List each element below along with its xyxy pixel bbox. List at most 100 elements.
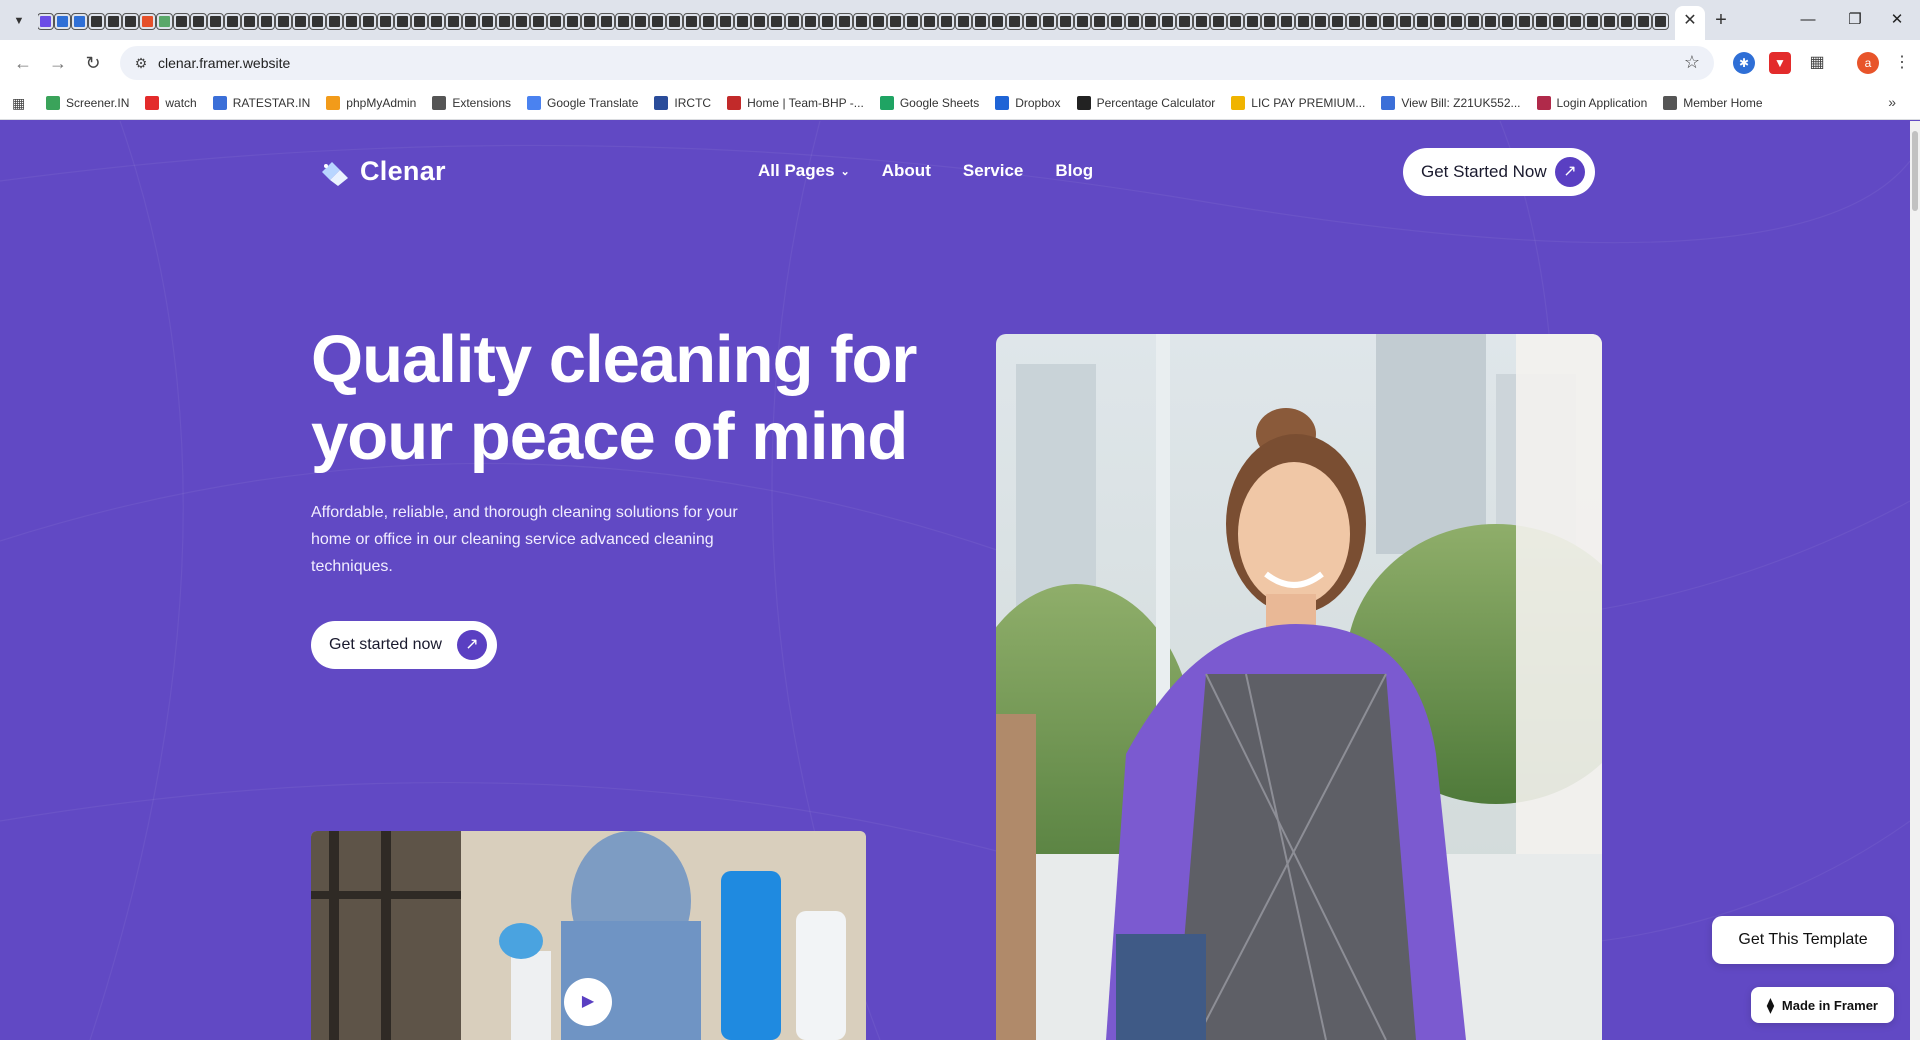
pinned-tab-favicon[interactable] [445, 12, 462, 30]
bookmark-item[interactable]: Dropbox [995, 96, 1061, 110]
pinned-tab-favicon[interactable] [921, 12, 938, 30]
pinned-tab-favicon[interactable] [139, 12, 156, 30]
pinned-tab-favicon[interactable] [972, 12, 989, 30]
pinned-tab-favicon[interactable] [649, 12, 666, 30]
pinned-tab-favicon[interactable] [207, 12, 224, 30]
back-button[interactable]: ← [8, 48, 38, 78]
bookmark-item[interactable]: View Bill: Z21UK552... [1381, 96, 1521, 110]
close-window-button[interactable]: ✕ [1874, 6, 1920, 34]
pinned-tab-favicon[interactable] [1363, 12, 1380, 30]
address-bar[interactable]: ⚙ clenar.framer.website ☆ [120, 46, 1714, 80]
pinned-tab-favicon[interactable] [564, 12, 581, 30]
pinned-tab-favicon[interactable] [683, 12, 700, 30]
pinned-tab-favicon[interactable] [1584, 12, 1601, 30]
hero-get-started-button[interactable]: Get started now ↗ [311, 621, 497, 669]
bookmark-item[interactable]: watch [145, 96, 197, 110]
bookmark-item[interactable]: Home | Team-BHP -... [727, 96, 864, 110]
restore-button[interactable]: ❐ [1832, 6, 1878, 34]
pinned-tab-favicon[interactable] [462, 12, 479, 30]
more-bookmarks-icon[interactable]: » [1888, 94, 1896, 110]
pinned-tab-favicon[interactable] [887, 12, 904, 30]
profile-avatar[interactable]: a [1857, 52, 1879, 74]
made-in-framer-badge[interactable]: ⧫ Made in Framer [1751, 987, 1894, 1023]
pinned-tab-favicon[interactable] [38, 12, 54, 30]
pinned-tab-favicon[interactable] [598, 12, 615, 30]
nav-blog[interactable]: Blog [1055, 161, 1093, 181]
bookmark-item[interactable]: IRCTC [654, 96, 711, 110]
pinned-tab-favicon[interactable] [615, 12, 632, 30]
url-text[interactable]: clenar.framer.website [158, 55, 290, 71]
pinned-tab-favicon[interactable] [1176, 12, 1193, 30]
bookmark-item[interactable]: Percentage Calculator [1076, 96, 1215, 110]
pinned-tab-favicon[interactable] [428, 12, 445, 30]
bookmark-item[interactable]: Google Translate [527, 96, 638, 110]
pinned-tab-favicon[interactable] [1329, 12, 1346, 30]
pinned-tab-favicon[interactable] [1652, 12, 1669, 30]
pinned-tab-favicon[interactable] [394, 12, 411, 30]
pinned-tab-favicon[interactable] [768, 12, 785, 30]
apps-grid-icon[interactable]: ▦ [12, 95, 25, 112]
pinned-tab-favicon[interactable] [1601, 12, 1618, 30]
bookmark-item[interactable]: LIC PAY PREMIUM... [1231, 96, 1365, 110]
get-this-template-button[interactable]: Get This Template [1712, 916, 1894, 964]
pinned-tab-favicon[interactable] [275, 12, 292, 30]
pinned-tab-favicon[interactable] [54, 12, 71, 30]
pinned-tab-favicon[interactable] [1210, 12, 1227, 30]
bookmark-item[interactable]: Extensions [432, 96, 511, 110]
browser-menu-icon[interactable]: ⋮ [1891, 52, 1913, 74]
pinned-tab-favicon[interactable] [1431, 12, 1448, 30]
pinned-tab-favicon[interactable] [666, 12, 683, 30]
pinned-tab-favicon[interactable] [156, 12, 173, 30]
pinned-tab-favicon[interactable] [870, 12, 887, 30]
pinned-tab-favicon[interactable] [1040, 12, 1057, 30]
pinned-tab-favicon[interactable] [224, 12, 241, 30]
pinned-tab-favicon[interactable] [411, 12, 428, 30]
pinned-tab-favicon[interactable] [904, 12, 921, 30]
pinned-tab-favicon[interactable] [292, 12, 309, 30]
bookmark-item[interactable]: Login Application [1536, 96, 1647, 110]
pinned-tab-favicon[interactable] [547, 12, 564, 30]
pinned-tab-favicon[interactable] [836, 12, 853, 30]
pinned-tab-favicon[interactable] [802, 12, 819, 30]
site-logo[interactable]: Clenar [318, 156, 446, 187]
bookmark-item[interactable]: RATESTAR.IN [212, 96, 310, 110]
pinned-tab-favicon[interactable] [1618, 12, 1635, 30]
pinned-tab-favicon[interactable] [1193, 12, 1210, 30]
pinned-tab-favicon[interactable] [88, 12, 105, 30]
pinned-tab-favicon[interactable] [1023, 12, 1040, 30]
pinned-tab-favicon[interactable] [1057, 12, 1074, 30]
pinned-tab-favicon[interactable] [1295, 12, 1312, 30]
pinned-tab-favicon[interactable] [122, 12, 139, 30]
pinned-tab-favicon[interactable] [326, 12, 343, 30]
page-scrollbar[interactable] [1910, 121, 1920, 1040]
pinned-tab-favicon[interactable] [1635, 12, 1652, 30]
pinned-tab-favicon[interactable] [1159, 12, 1176, 30]
pinned-tab-favicon[interactable] [241, 12, 258, 30]
bookmark-item[interactable]: phpMyAdmin [326, 96, 416, 110]
pinned-tab-favicon[interactable] [1278, 12, 1295, 30]
pinned-tab-favicon[interactable] [1448, 12, 1465, 30]
pinned-tab-favicon[interactable] [513, 12, 530, 30]
pinned-tab-favicon[interactable] [938, 12, 955, 30]
pinned-tab-favicon[interactable] [1499, 12, 1516, 30]
pinned-tab-favicon[interactable] [309, 12, 326, 30]
forward-button[interactable]: → [43, 48, 73, 78]
nav-about[interactable]: About [882, 161, 931, 181]
pinned-tab-favicon[interactable] [1533, 12, 1550, 30]
site-info-icon[interactable]: ⚙ [132, 54, 150, 72]
pinned-tab-favicon[interactable] [1516, 12, 1533, 30]
pinned-tab-favicon[interactable] [173, 12, 190, 30]
pinned-tab-favicon[interactable] [1465, 12, 1482, 30]
pinned-tab-favicon[interactable] [853, 12, 870, 30]
pinned-tab-favicon[interactable] [581, 12, 598, 30]
pinned-tab-favicon[interactable] [377, 12, 394, 30]
pinned-tab-favicon[interactable] [1074, 12, 1091, 30]
pinned-tab-favicon[interactable] [496, 12, 513, 30]
pinned-tab-favicon[interactable] [819, 12, 836, 30]
pinned-tab-favicon[interactable] [258, 12, 275, 30]
bookmark-item[interactable]: Google Sheets [879, 96, 979, 110]
pinned-tab-favicon[interactable] [955, 12, 972, 30]
pinned-tab-favicon[interactable] [1550, 12, 1567, 30]
play-icon[interactable]: ▶ [564, 978, 612, 1026]
pinned-tab-favicon[interactable] [1108, 12, 1125, 30]
